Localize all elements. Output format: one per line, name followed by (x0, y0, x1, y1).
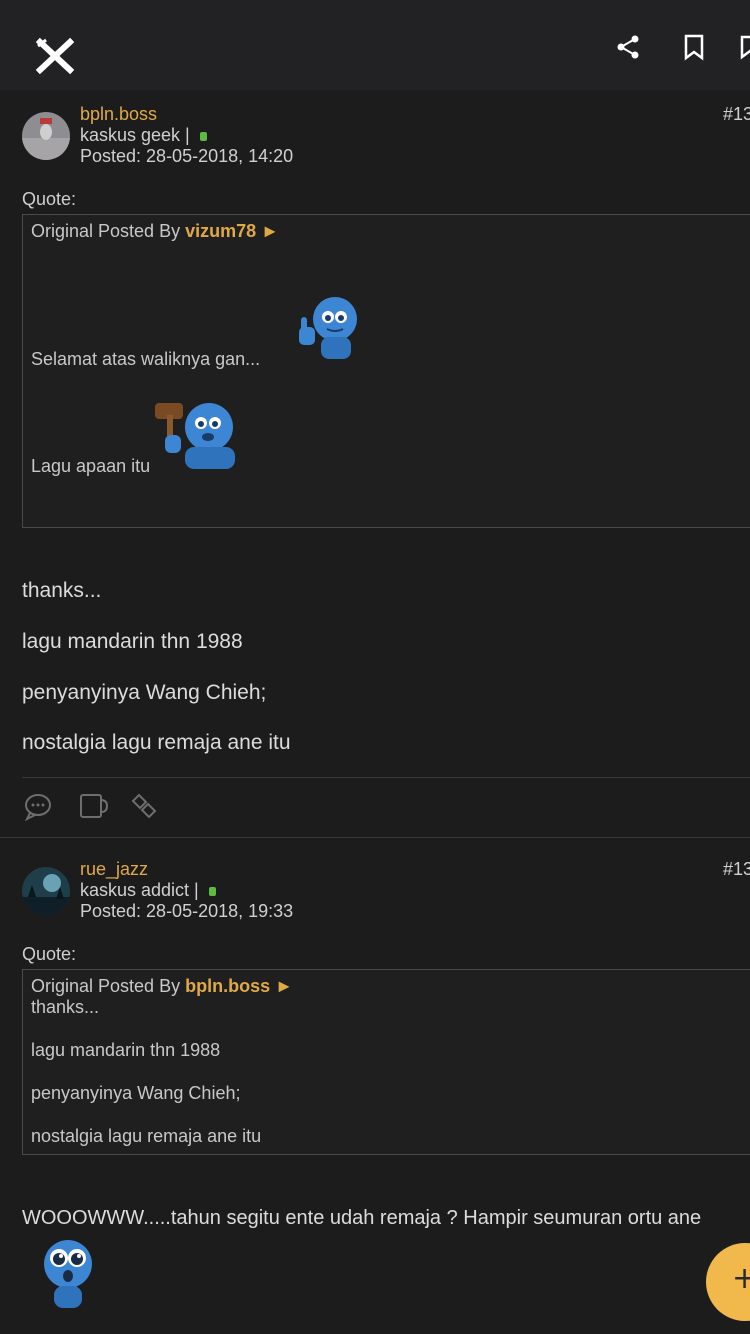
user-rank: kaskus addict | (80, 880, 216, 901)
quote-jump-icon[interactable]: ► (275, 976, 293, 996)
emoticon-hammer-icon (155, 403, 235, 469)
quote-box: Original Posted By bpln.boss ► thanks...… (22, 969, 750, 1155)
quote-text: nostalgia lagu remaja ane itu (31, 1126, 262, 1146)
divider (22, 777, 750, 778)
quote-text: penyanyinya Wang Chieh; (31, 1083, 241, 1103)
divider (0, 837, 750, 838)
quote-label: Quote: (22, 944, 77, 964)
post-body-line: WOOOWWW.....tahun segitu ente udah remaj… (22, 1207, 702, 1229)
quote-attribution: Original Posted By vizum78 ► (31, 221, 279, 241)
post-body-line: lagu mandarin thn 1988 (22, 630, 243, 653)
link-icon[interactable] (129, 791, 159, 821)
bookmark-alt-icon[interactable] (738, 33, 750, 61)
quote-text: Selamat atas waliknya gan... (31, 349, 261, 369)
emoticon-thumbs-up-icon (299, 297, 357, 359)
post-date: Posted: 28-05-2018, 14:20 (80, 146, 294, 166)
quote-author-link[interactable]: vizum78 (185, 221, 256, 241)
top-bar (0, 0, 750, 90)
quote-box: Original Posted By vizum78 ► Selamat ata… (22, 214, 750, 528)
user-rank: kaskus geek | (80, 125, 207, 146)
quote-label: Quote: (22, 189, 77, 209)
close-x-icon[interactable] (34, 36, 76, 76)
bookmark-icon[interactable] (680, 33, 708, 61)
online-indicator (208, 886, 216, 896)
emoticon-amazed-icon (44, 1240, 92, 1308)
quote-text: thanks... (31, 997, 100, 1017)
reply-icon[interactable] (23, 791, 53, 821)
quote-author-link[interactable]: bpln.boss (185, 976, 270, 996)
post-date: Posted: 28-05-2018, 19:33 (80, 901, 294, 921)
username[interactable]: bpln.boss (80, 104, 157, 125)
post-number[interactable]: #13 (723, 859, 750, 880)
share-icon[interactable] (614, 33, 642, 61)
compose-fab-button[interactable]: + (706, 1243, 750, 1321)
plus-icon: + (732, 1261, 750, 1296)
quote-attribution: Original Posted By bpln.boss ► (31, 976, 293, 996)
avatar[interactable] (22, 112, 70, 160)
post-body-line: nostalgia lagu remaja ane itu (22, 731, 291, 754)
avatar[interactable] (22, 867, 70, 915)
quote-text: lagu mandarin thn 1988 (31, 1040, 221, 1060)
quote-text: Lagu apaan itu (31, 456, 151, 476)
quote-icon[interactable] (79, 791, 109, 821)
quote-jump-icon[interactable]: ► (261, 221, 279, 241)
post-body-line: thanks... (22, 579, 102, 602)
post-number[interactable]: #13 (723, 104, 750, 125)
online-indicator (199, 131, 207, 141)
username[interactable]: rue_jazz (80, 859, 148, 880)
post-body-line: penyanyinya Wang Chieh; (22, 681, 267, 704)
